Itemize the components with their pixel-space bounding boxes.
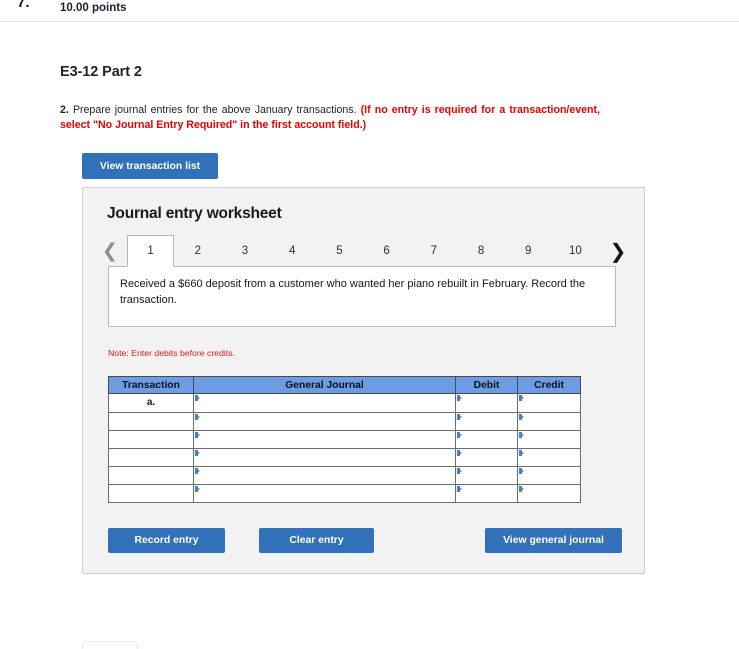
record-entry-button[interactable]: Record entry xyxy=(108,528,225,553)
dropdown-marker-icon[interactable] xyxy=(195,486,200,492)
dropdown-marker-icon[interactable] xyxy=(519,468,524,474)
table-row xyxy=(108,466,581,485)
dropdown-marker-icon[interactable] xyxy=(457,486,462,492)
dropdown-marker-icon[interactable] xyxy=(519,486,524,492)
column-header-transaction: Transaction xyxy=(108,376,194,394)
cell-debit[interactable] xyxy=(455,448,518,467)
cell-general-journal[interactable] xyxy=(193,430,456,449)
column-header-general-journal: General Journal xyxy=(193,376,456,394)
cell-debit[interactable] xyxy=(455,430,518,449)
journal-entry-worksheet-card: Journal entry worksheet ❮ 1 2 3 4 5 6 7 8 9 10 ❯ … xyxy=(82,187,645,574)
worksheet-title: Journal entry worksheet xyxy=(107,205,282,222)
column-header-debit: Debit xyxy=(455,376,518,394)
dropdown-marker-icon[interactable] xyxy=(519,432,524,438)
table-row xyxy=(108,484,581,503)
page-root: 7. 10.00 points E3-12 Part 2 2. Prepare … xyxy=(0,0,739,649)
dropdown-marker-icon[interactable] xyxy=(195,432,200,438)
table-row xyxy=(108,448,581,467)
header-divider xyxy=(0,21,739,22)
cell-credit[interactable] xyxy=(517,448,581,467)
page-title: E3-12 Part 2 xyxy=(60,64,142,80)
dropdown-marker-icon[interactable] xyxy=(195,468,200,474)
dropdown-marker-icon[interactable] xyxy=(457,450,462,456)
table-row xyxy=(108,430,581,449)
worksheet-tab-6[interactable]: 6 xyxy=(363,235,411,267)
journal-entry-table: Transaction General Journal Debit Credit… xyxy=(108,376,581,503)
chevron-left-icon[interactable]: ❮ xyxy=(97,235,123,267)
question-number: 7. xyxy=(17,0,30,11)
table-row: a. xyxy=(108,393,581,413)
cell-transaction[interactable] xyxy=(108,466,194,485)
cell-transaction[interactable]: a. xyxy=(108,393,194,413)
instruction-main: Prepare journal entries for the above Ja… xyxy=(72,104,357,116)
cell-debit[interactable] xyxy=(455,393,518,413)
cell-credit[interactable] xyxy=(517,412,581,431)
worksheet-tab-9[interactable]: 9 xyxy=(504,235,552,267)
bottom-cutoff-widget[interactable] xyxy=(82,641,138,649)
cell-general-journal[interactable] xyxy=(193,393,456,413)
dropdown-marker-icon[interactable] xyxy=(457,468,462,474)
chevron-right-icon[interactable]: ❯ xyxy=(605,235,631,267)
debits-before-credits-note: Note: Enter debits before credits. xyxy=(108,348,235,358)
cell-general-journal[interactable] xyxy=(193,466,456,485)
cell-transaction[interactable] xyxy=(108,484,194,503)
clear-entry-button[interactable]: Clear entry xyxy=(259,528,374,553)
cell-transaction[interactable] xyxy=(108,412,194,431)
worksheet-tab-1[interactable]: 1 xyxy=(127,235,175,267)
cell-credit[interactable] xyxy=(517,393,581,413)
worksheet-tab-2[interactable]: 2 xyxy=(174,235,222,267)
cell-transaction[interactable] xyxy=(108,430,194,449)
column-header-credit: Credit xyxy=(517,376,581,394)
transaction-description: Received a $660 deposit from a customer … xyxy=(108,266,616,327)
view-transaction-list-button[interactable]: View transaction list xyxy=(82,153,218,179)
worksheet-tab-3[interactable]: 3 xyxy=(221,235,269,267)
worksheet-tab-10[interactable]: 10 xyxy=(551,235,600,267)
transaction-ref-label: a. xyxy=(146,397,156,408)
dropdown-marker-icon[interactable] xyxy=(519,450,524,456)
dropdown-marker-icon[interactable] xyxy=(519,414,524,420)
instruction-text: 2. Prepare journal entries for the above… xyxy=(60,103,600,133)
instruction-number: 2. xyxy=(60,104,69,116)
question-points: 10.00 points xyxy=(60,2,127,14)
worksheet-tab-7[interactable]: 7 xyxy=(410,235,458,267)
worksheet-tab-4[interactable]: 4 xyxy=(268,235,316,267)
worksheet-tab-5[interactable]: 5 xyxy=(315,235,364,267)
dropdown-marker-icon[interactable] xyxy=(457,414,462,420)
dropdown-marker-icon[interactable] xyxy=(457,432,462,438)
cell-general-journal[interactable] xyxy=(193,484,456,503)
cell-debit[interactable] xyxy=(455,484,518,503)
dropdown-marker-icon[interactable] xyxy=(195,414,200,420)
dropdown-marker-icon[interactable] xyxy=(195,450,200,456)
cell-general-journal[interactable] xyxy=(193,448,456,467)
cell-credit[interactable] xyxy=(517,466,581,485)
dropdown-marker-icon[interactable] xyxy=(457,395,462,401)
table-header-row: Transaction General Journal Debit Credit xyxy=(108,376,581,394)
worksheet-tabstrip: ❮ 1 2 3 4 5 6 7 8 9 10 ❯ xyxy=(97,235,631,267)
worksheet-tabs: 1 2 3 4 5 6 7 8 9 10 xyxy=(127,235,600,267)
cell-credit[interactable] xyxy=(517,484,581,503)
cell-credit[interactable] xyxy=(517,430,581,449)
view-general-journal-button[interactable]: View general journal xyxy=(485,528,622,553)
cell-transaction[interactable] xyxy=(108,448,194,467)
cell-debit[interactable] xyxy=(455,412,518,431)
dropdown-marker-icon[interactable] xyxy=(519,395,524,401)
dropdown-marker-icon[interactable] xyxy=(195,395,200,401)
cell-general-journal[interactable] xyxy=(193,412,456,431)
worksheet-tab-8[interactable]: 8 xyxy=(457,235,505,267)
table-row xyxy=(108,412,581,431)
cell-debit[interactable] xyxy=(455,466,518,485)
